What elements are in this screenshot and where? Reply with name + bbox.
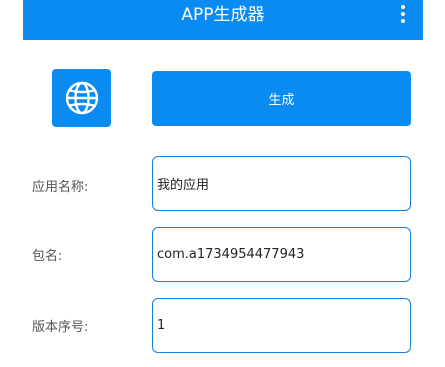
generate-button[interactable]: 生成 [152, 71, 411, 126]
globe-icon [65, 81, 98, 115]
app-title: APP生成器 [181, 5, 265, 25]
app-name-label: 应用名称: [32, 180, 89, 195]
package-name-input[interactable] [152, 227, 411, 282]
app-generator-screen: APP生成器 生成 应用名称: 包名: 版本序号: [0, 0, 445, 367]
version-code-input[interactable] [152, 298, 411, 353]
version-code-label: 版本序号: [32, 320, 89, 335]
package-name-label: 包名: [32, 249, 63, 264]
app-icon-button[interactable] [52, 69, 111, 127]
app-bar: APP生成器 [23, 0, 423, 40]
app-name-input[interactable] [152, 156, 411, 211]
more-vertical-icon[interactable] [397, 3, 409, 25]
